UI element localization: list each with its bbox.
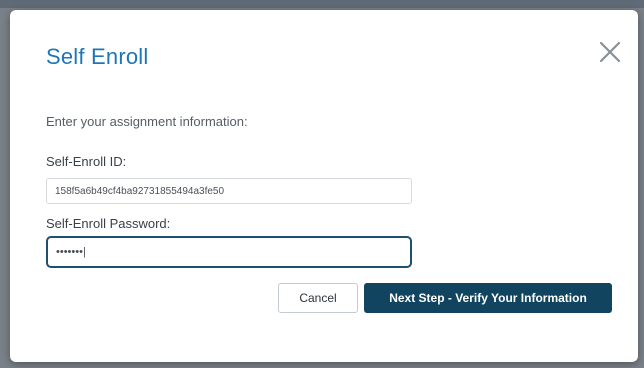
enroll-id-label: Self-Enroll ID: [46, 154, 127, 169]
next-step-verify-button[interactable]: Next Step - Verify Your Information [364, 283, 612, 313]
dialog-title: Self Enroll [46, 44, 149, 69]
self-enroll-dialog: Self Enroll Enter your assignment inform… [10, 10, 638, 362]
page-top-strip [0, 0, 644, 8]
enroll-password-input[interactable] [46, 236, 412, 268]
cancel-button[interactable]: Cancel [278, 283, 358, 313]
enroll-password-label: Self-Enroll Password: [46, 216, 171, 231]
instructions-text: Enter your assignment information: [46, 114, 248, 129]
close-icon[interactable] [596, 38, 624, 66]
enroll-id-input[interactable] [46, 178, 412, 204]
